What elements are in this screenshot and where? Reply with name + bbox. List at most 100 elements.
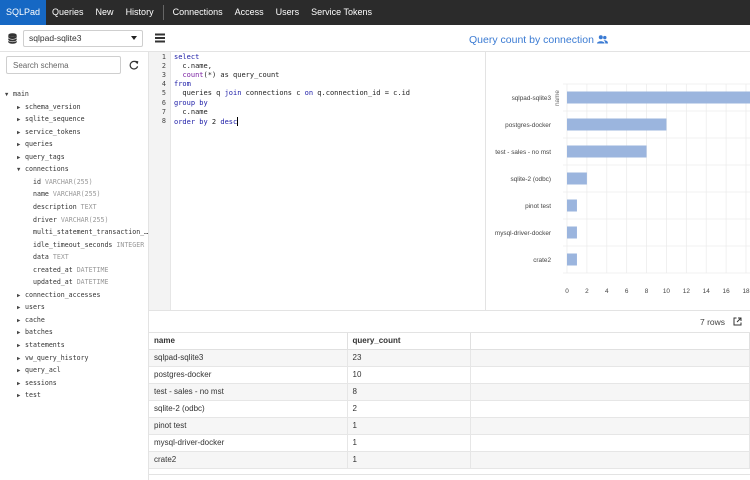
schema-tree-item[interactable]: ▶ sessions	[17, 377, 57, 389]
schema-tree-item[interactable]: updated_at DATETIME	[33, 276, 108, 288]
nav-brand[interactable]: SQLPad	[0, 0, 47, 25]
caret-right-icon[interactable]: ▶	[17, 315, 25, 327]
caret-right-icon[interactable]: ▶	[17, 353, 25, 365]
cell-name: pinot test	[149, 417, 348, 435]
schema-tree-item[interactable]: ▶ query_tags	[17, 151, 65, 163]
schema-tree-label: statements	[25, 341, 65, 349]
schema-tree-item[interactable]: created_at DATETIME	[33, 264, 108, 276]
code-line: group by	[174, 99, 208, 107]
cell-name: test - sales - no mst	[149, 383, 348, 401]
chart-bar	[567, 226, 577, 239]
line-number: 1	[161, 53, 166, 61]
code-token: order by	[174, 117, 208, 126]
external-link-icon[interactable]	[733, 317, 742, 326]
schema-tree-item[interactable]: ▶ schema_version	[17, 101, 81, 113]
schema-tree-item[interactable]: description TEXT	[33, 201, 97, 213]
bar-chart: sqlpad-sqlite3 postgres-docker test - sale…	[495, 83, 750, 295]
table-row[interactable]: sqlpad-sqlite3 23	[149, 349, 750, 367]
schema-tree-item[interactable]: ▶ statements	[17, 339, 65, 351]
caret-right-icon[interactable]: ▶	[17, 139, 25, 151]
cell-name: sqlite-2 (odbc)	[149, 400, 348, 418]
x-tick-label: 6	[625, 288, 629, 295]
caret-right-icon[interactable]: ▶	[17, 290, 25, 302]
schema-tree-label: service_tokens	[25, 127, 81, 136]
connection-select[interactable]: sqlpad-sqlite3	[23, 30, 143, 47]
caret-down-icon[interactable]: ▼	[5, 89, 13, 101]
nav-history[interactable]: History	[120, 0, 160, 25]
schema-tree-item[interactable]: ▶ sqlite_sequence	[17, 113, 85, 125]
schema-tree-item[interactable]: ▶ vw_query_history	[17, 352, 89, 364]
nav-access[interactable]: Access	[229, 0, 270, 25]
x-tick-label: 10	[663, 288, 671, 295]
schema-tree-item[interactable]: multi_statement_transaction_…	[33, 226, 148, 238]
table-row[interactable]: pinot test 1	[149, 417, 750, 435]
refresh-icon[interactable]	[129, 60, 139, 70]
schema-tree-label: sqlite_sequence	[25, 115, 85, 124]
schema-tree-item[interactable]: ▶ test	[17, 389, 41, 401]
table-row[interactable]: mysql-driver-docker 1	[149, 434, 750, 452]
chart-panel: sqlpad-sqlite3 postgres-docker test - sale…	[487, 52, 750, 310]
caret-down-icon[interactable]: ▼	[17, 164, 25, 176]
y-tick-label: sqlite-2 (odbc)	[511, 176, 552, 183]
schema-tree-item[interactable]: ▼ main	[5, 88, 29, 100]
schema-tree-label: data	[33, 253, 49, 262]
caret-right-icon[interactable]: ▶	[17, 340, 25, 352]
caret-right-icon[interactable]: ▶	[17, 378, 25, 390]
menu-icon[interactable]	[155, 33, 165, 43]
table-row[interactable]: test - sales - no mst 8	[149, 383, 750, 401]
caret-right-icon[interactable]: ▶	[17, 365, 25, 377]
schema-tree-item[interactable]: ▶ queries	[17, 138, 53, 150]
caret-right-icon[interactable]: ▶	[17, 127, 25, 139]
caret-right-icon[interactable]: ▶	[17, 102, 25, 114]
column-type: TEXT	[52, 253, 69, 262]
schema-search-input[interactable]	[6, 56, 121, 74]
schema-tree-label: test	[25, 391, 41, 400]
schema-tree-item[interactable]: ▶ service_tokens	[17, 126, 81, 138]
column-type: TEXT	[80, 202, 97, 211]
caret-right-icon[interactable]: ▶	[17, 327, 25, 339]
column-header-query-count[interactable]: query_count	[347, 333, 471, 350]
nav-service-tokens[interactable]: Service Tokens	[305, 0, 378, 25]
table-row[interactable]: postgres-docker 10	[149, 366, 750, 384]
nav-new[interactable]: New	[90, 0, 120, 25]
line-number: 5	[161, 89, 166, 98]
caret-right-icon[interactable]: ▶	[17, 390, 25, 402]
chart-title: Query count by connection	[469, 34, 594, 46]
schema-tree-item[interactable]: ▶ users	[17, 301, 45, 313]
code-line: queries q join connections c on q.connec…	[174, 89, 410, 97]
caret-right-icon[interactable]: ▶	[17, 302, 25, 314]
schema-tree-item[interactable]: ▶ batches	[17, 326, 53, 338]
code-token: join	[224, 89, 242, 98]
schema-tree-item[interactable]: name VARCHAR(255)	[33, 188, 101, 200]
schema-tree-item[interactable]: data TEXT	[33, 251, 69, 263]
schema-tree-item[interactable]: idle_timeout_seconds INTEGER	[33, 239, 144, 251]
code-line: count(*) as query_count	[174, 71, 279, 79]
caret-right-icon[interactable]: ▶	[17, 114, 25, 126]
users-icon[interactable]	[597, 35, 608, 44]
schema-tree-label: schema_version	[25, 102, 81, 111]
table-row[interactable]: sqlite-2 (odbc) 2	[149, 400, 750, 418]
table-row[interactable]: crate2 1	[149, 451, 750, 469]
schema-tree-item[interactable]: ▶ connection_accesses	[17, 289, 100, 301]
horizontal-scrollbar[interactable]	[149, 474, 750, 480]
schema-tree-label: updated_at	[33, 278, 73, 287]
schema-tree-label: queries	[25, 140, 53, 149]
x-tick-label: 4	[605, 288, 609, 295]
nav-queries[interactable]: Queries	[46, 0, 90, 25]
code-line: c.name,	[174, 62, 212, 70]
schema-tree-item[interactable]: ▶ cache	[17, 314, 45, 326]
column-header-name[interactable]: name	[149, 333, 348, 350]
caret-right-icon[interactable]: ▶	[17, 152, 25, 164]
schema-tree-item[interactable]: ▼ connections	[17, 163, 69, 175]
nav-users[interactable]: Users	[270, 0, 306, 25]
code-token: queries q	[174, 89, 225, 98]
sql-editor[interactable]: 12345678 select c.name, count(*) as quer…	[149, 52, 486, 310]
schema-tree-item[interactable]: ▶ query_acl	[17, 364, 61, 376]
nav-connections[interactable]: Connections	[167, 0, 229, 25]
schema-tree-item[interactable]: driver VARCHAR(255)	[33, 214, 108, 226]
text-cursor	[237, 116, 239, 126]
schema-tree-label: connection_accesses	[25, 290, 101, 299]
schema-tree-item[interactable]: id VARCHAR(255)	[33, 176, 93, 188]
code-line: order by 2 desc	[174, 116, 239, 126]
x-tick-label: 0	[565, 288, 569, 295]
